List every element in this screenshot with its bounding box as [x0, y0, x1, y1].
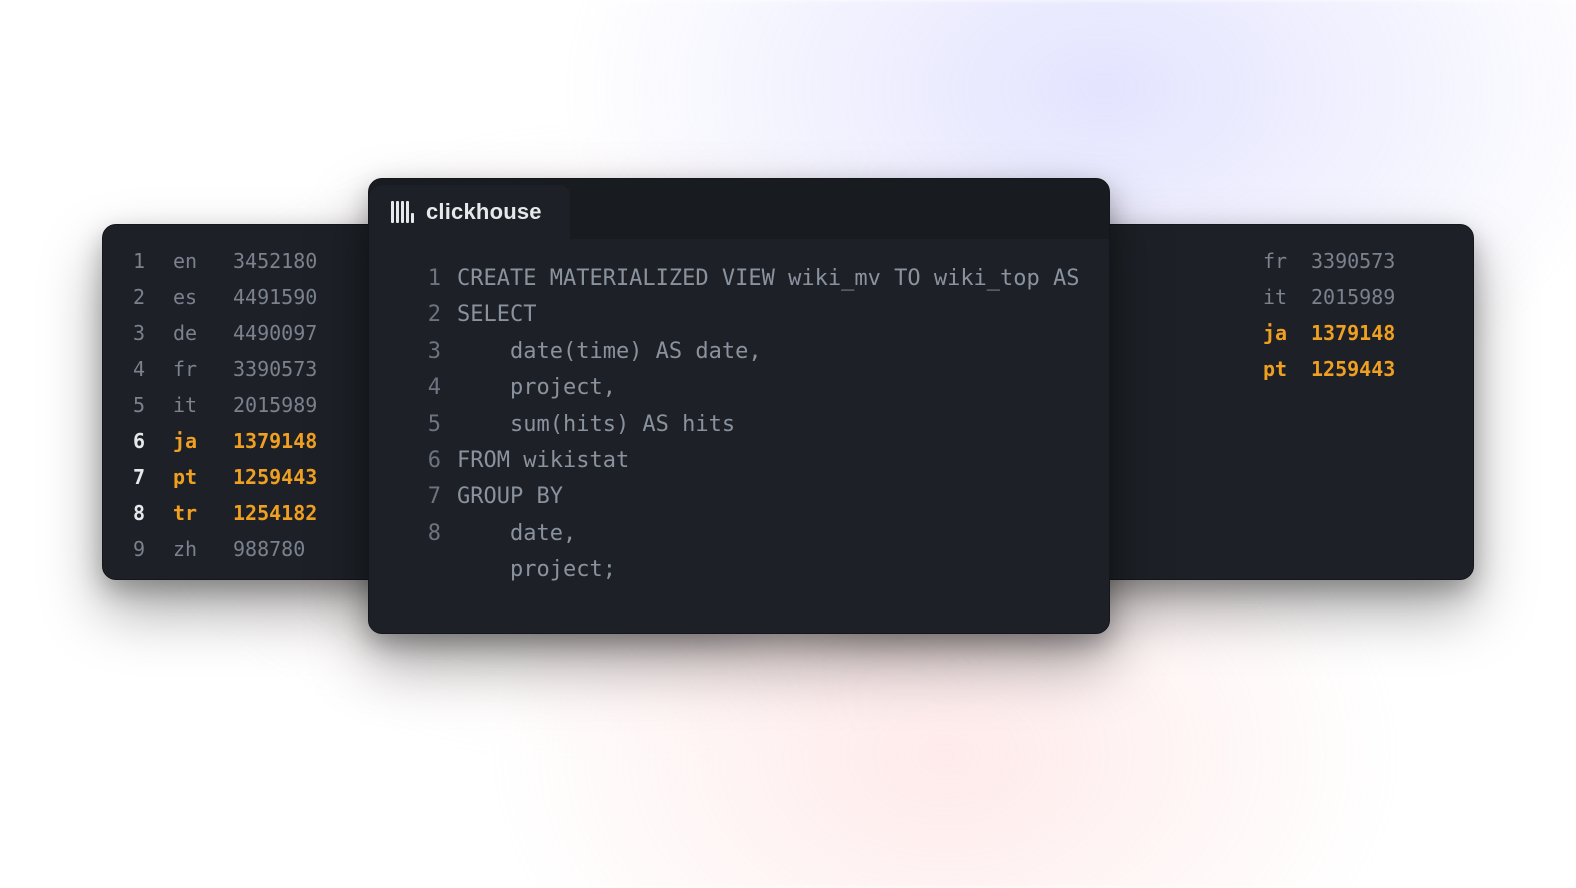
code-text: FROM wikistat — [457, 443, 1081, 479]
code-text: date, — [457, 516, 1081, 552]
tab-label: clickhouse — [426, 199, 542, 225]
project-cell: en — [173, 249, 233, 273]
row-number: 2 — [125, 285, 173, 309]
project-cell: fr — [173, 357, 233, 381]
line-number — [397, 552, 441, 588]
project-cell: pt — [173, 465, 233, 489]
line-number: 7 — [397, 479, 441, 515]
hits-cell: 988780 — [233, 537, 373, 561]
code-line: 5 sum(hits) AS hits — [397, 407, 1081, 443]
hits-cell: 2015989 — [233, 393, 373, 417]
project-cell: fr — [1263, 249, 1287, 273]
code-text: project, — [457, 370, 1081, 406]
row-number: 4 — [125, 357, 173, 381]
row-number: 8 — [125, 501, 173, 525]
code-text: project; — [457, 552, 1081, 588]
code-line: 1 CREATE MATERIALIZED VIEW wiki_mv TO wik… — [397, 261, 1081, 297]
project-cell: ja — [1263, 321, 1287, 345]
hits-cell: 1379148 — [1311, 321, 1395, 345]
line-number: 4 — [397, 370, 441, 406]
line-number: 5 — [397, 407, 441, 443]
code-line: 8 date, — [397, 516, 1081, 552]
tab-clickhouse[interactable]: clickhouse — [369, 185, 570, 239]
line-number: 8 — [397, 516, 441, 552]
hits-cell: 4491590 — [233, 285, 373, 309]
code-line: 4 project, — [397, 370, 1081, 406]
project-cell: ja — [173, 429, 233, 453]
line-number: 3 — [397, 334, 441, 370]
project-cell: tr — [173, 501, 233, 525]
project-cell: zh — [173, 537, 233, 561]
tab-bar: clickhouse — [369, 179, 1109, 239]
code-text: date(time) AS date, — [457, 334, 1081, 370]
code-text: SELECT — [457, 297, 1081, 333]
code-text: CREATE MATERIALIZED VIEW wiki_mv TO wiki… — [457, 261, 1081, 297]
code-line: project; — [397, 552, 1081, 588]
project-cell: de — [173, 321, 233, 345]
code-line: 7 GROUP BY — [397, 479, 1081, 515]
code-body[interactable]: 1 CREATE MATERIALIZED VIEW wiki_mv TO wik… — [369, 239, 1109, 607]
row-number: 3 — [125, 321, 173, 345]
project-cell: es — [173, 285, 233, 309]
row-number: 9 — [125, 537, 173, 561]
hits-cell: 1259443 — [233, 465, 373, 489]
code-line: 3 date(time) AS date, — [397, 334, 1081, 370]
row-number: 5 — [125, 393, 173, 417]
hits-cell: 3452180 — [233, 249, 373, 273]
hits-cell: 1379148 — [233, 429, 373, 453]
code-line: 6 FROM wikistat — [397, 443, 1081, 479]
hits-cell: 1254182 — [233, 501, 373, 525]
line-number: 2 — [397, 297, 441, 333]
row-number: 6 — [125, 429, 173, 453]
clickhouse-logo-icon — [391, 201, 414, 223]
line-number: 6 — [397, 443, 441, 479]
hits-cell: 4490097 — [233, 321, 373, 345]
hits-cell: 1259443 — [1311, 357, 1395, 381]
project-cell: it — [173, 393, 233, 417]
row-number: 7 — [125, 465, 173, 489]
hits-cell: 2015989 — [1311, 285, 1395, 309]
code-text: sum(hits) AS hits — [457, 407, 1081, 443]
code-text: GROUP BY — [457, 479, 1081, 515]
line-number: 1 — [397, 261, 441, 297]
hits-cell: 3390573 — [233, 357, 373, 381]
code-line: 2 SELECT — [397, 297, 1081, 333]
code-editor-panel: clickhouse 1 CREATE MATERIALIZED VIEW wik… — [368, 178, 1110, 634]
project-cell: pt — [1263, 357, 1287, 381]
project-cell: it — [1263, 285, 1287, 309]
row-number: 1 — [125, 249, 173, 273]
hits-cell: 3390573 — [1311, 249, 1395, 273]
